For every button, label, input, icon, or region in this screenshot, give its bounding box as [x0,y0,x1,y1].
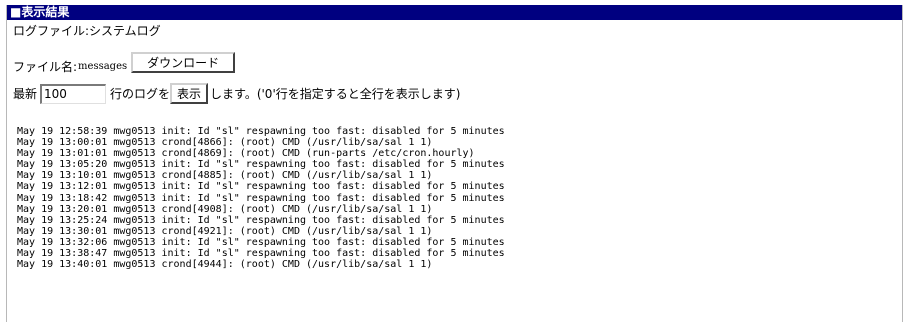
filename-label: ファイル名: [13,60,78,74]
log-line: May 19 13:40:01 mwg0513 crond[4944]: (ro… [17,259,433,271]
log-line: May 19 13:20:01 mwg0513 crond[4908]: (ro… [17,203,433,215]
show-note-text: します。('0'行を指定すると全行を表示します) [210,86,461,101]
log-line: May 19 13:18:42 mwg0513 init: Id "sl" re… [17,192,505,204]
download-button[interactable]: ダウンロード [131,52,236,73]
log-line: May 19 13:10:01 mwg0513 crond[4885]: (ro… [17,170,433,182]
latest-prefix-label: 最新 [13,86,38,101]
latest-suffix-label: 行のログを [110,86,171,101]
latest-lines-row: 最新 行のログを 表示 します。('0'行を指定すると全行を表示します) [13,83,460,104]
log-line: May 19 13:00:01 mwg0513 crond[4866]: (ro… [17,137,433,149]
show-button[interactable]: 表示 [170,83,209,104]
line-count-input[interactable] [40,83,107,104]
log-line: May 19 13:38:47 mwg0513 init: Id "sl" re… [17,248,505,260]
logfile-label: ログファイル:システムログ [13,24,161,38]
filename-value: messages [78,61,128,72]
log-line: May 19 13:32:06 mwg0513 init: Id "sl" re… [17,236,505,248]
log-line: May 19 13:12:01 mwg0513 init: Id "sl" re… [17,181,505,193]
log-line: May 19 13:05:20 mwg0513 init: Id "sl" re… [17,159,505,171]
log-line: May 19 13:30:01 mwg0513 crond[4921]: (ro… [17,225,433,237]
results-panel: ■表示結果 ログファイル:システムログ ファイル名: messages ダウンロ… [6,5,903,322]
log-line: May 19 13:01:01 mwg0513 crond[4869]: (ro… [17,148,475,160]
log-output: May 19 12:58:39 mwg0513 init: Id "sl" re… [17,126,897,270]
results-header: ■表示結果 [7,5,902,20]
filename-row: ファイル名: messages ダウンロード [13,52,236,74]
log-line: May 19 12:58:39 mwg0513 init: Id "sl" re… [17,126,505,137]
log-line: May 19 13:25:24 mwg0513 init: Id "sl" re… [17,214,505,226]
